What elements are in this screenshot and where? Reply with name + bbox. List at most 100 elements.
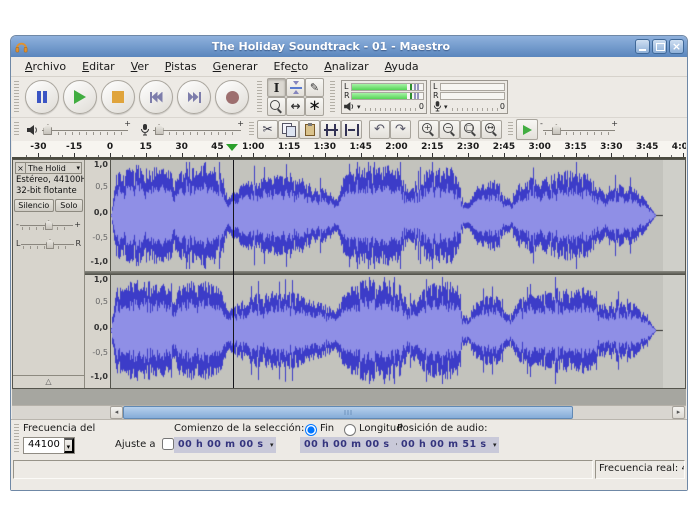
cut-button[interactable]: [257, 120, 278, 139]
input-volume-thumb[interactable]: [154, 124, 164, 135]
input-meter-ruler: [451, 102, 498, 111]
zoom-out-icon: −: [443, 123, 456, 136]
redo-button[interactable]: [390, 120, 411, 139]
track-collapse-button[interactable]: [13, 375, 84, 388]
pause-button[interactable]: [25, 80, 59, 114]
output-meter[interactable]: L R 0: [341, 80, 427, 114]
titlebar[interactable]: The Holiday Soundtrack - 01 - Maestro: [11, 36, 687, 57]
zoom-in-button[interactable]: +: [418, 120, 439, 139]
track-gain-slider[interactable]: [19, 218, 74, 231]
zoom-fit-button[interactable]: ↔: [481, 120, 502, 139]
track-close-button[interactable]: ×: [15, 162, 26, 174]
waveform-channel-2[interactable]: [111, 275, 683, 386]
record-button[interactable]: [215, 80, 249, 114]
menu-pistas[interactable]: Pistas: [157, 58, 205, 75]
snap-to-checkbox[interactable]: [162, 438, 174, 450]
timeline-label: 3:45: [635, 142, 659, 152]
menu-editar[interactable]: Editar: [74, 58, 123, 75]
input-meter[interactable]: L R 0: [430, 80, 508, 114]
menu-archivo[interactable]: Archivo: [17, 58, 74, 75]
output-meter-ruler: [364, 102, 417, 111]
maximize-button[interactable]: [652, 39, 667, 54]
zoom-tool-button[interactable]: [267, 97, 286, 116]
waveform-channel-1[interactable]: [111, 160, 683, 271]
transport-toolbar-grip[interactable]: [14, 81, 19, 113]
copy-button[interactable]: [278, 120, 299, 139]
menu-efecto[interactable]: Efecto: [266, 58, 317, 75]
selection-end-field[interactable]: 00 h 00 m 00 s: [300, 437, 402, 453]
length-radio[interactable]: [344, 424, 356, 436]
zoom-out-button[interactable]: −: [439, 120, 460, 139]
undo-button[interactable]: [369, 120, 390, 139]
trim-icon: [323, 123, 338, 136]
audio-position-field[interactable]: 00 h 00 m 51 s: [397, 437, 499, 453]
audio-track: × The Holid Estéreo, 44100Hz 32-bit flot…: [12, 159, 686, 389]
timeline-label: 30: [175, 142, 188, 152]
skip-start-button[interactable]: [139, 80, 173, 114]
track-name-menu[interactable]: The Holid: [26, 162, 82, 174]
mixer-toolbar-grip[interactable]: [14, 122, 19, 137]
track-gain-thumb[interactable]: [44, 220, 53, 230]
transcription-toolbar-grip[interactable]: [508, 122, 513, 137]
meter-toolbar-grip[interactable]: [330, 81, 335, 113]
timeline-label: 3:30: [600, 142, 623, 152]
scroll-right-arrow-icon[interactable]: [672, 406, 685, 419]
menu-ayuda[interactable]: Ayuda: [377, 58, 427, 75]
combo-dropdown-icon[interactable]: [63, 438, 74, 453]
multi-tool-button[interactable]: [305, 97, 324, 116]
paste-button[interactable]: [299, 120, 320, 139]
timeline-label: 3:15: [564, 142, 587, 152]
edit-toolbar-grip[interactable]: [249, 122, 254, 137]
play-speed-slider[interactable]: - +: [540, 119, 618, 137]
timeline-label: 1:15: [277, 142, 301, 152]
meter-peak-line: [416, 83, 419, 90]
selection-toolbar: Frecuencia del 44100 Ajuste a Comienzo d…: [11, 419, 687, 457]
output-meter-fill-r: [352, 93, 408, 99]
play-at-speed-icon: [522, 124, 532, 135]
skip-end-button[interactable]: [177, 80, 211, 114]
input-volume-slider[interactable]: +: [153, 119, 244, 137]
timeline-label: 15: [139, 142, 153, 152]
tools-toolbar-grip[interactable]: [257, 81, 262, 113]
envelope-tool-button[interactable]: [286, 78, 305, 97]
horizontal-scrollbar: [12, 405, 686, 419]
trim-button[interactable]: [320, 120, 341, 139]
silence-button[interactable]: [341, 120, 362, 139]
menu-ver[interactable]: Ver: [123, 58, 157, 75]
output-meter-dropdown-icon[interactable]: [357, 103, 361, 111]
output-volume-thumb[interactable]: [43, 124, 53, 135]
play-speed-thumb[interactable]: [551, 124, 561, 135]
selection-start-field[interactable]: 00 h 00 m 00 s: [174, 437, 276, 453]
track-pan-thumb[interactable]: [45, 239, 54, 249]
track-area: × The Holid Estéreo, 44100Hz 32-bit flot…: [12, 159, 686, 405]
speaker-icon: [344, 102, 355, 111]
output-meter-r-label: R: [344, 91, 350, 100]
play-button[interactable]: [63, 80, 97, 114]
minimize-button[interactable]: [635, 39, 650, 54]
output-meter-zero-label: 0: [418, 102, 424, 111]
output-volume-slider[interactable]: +: [42, 119, 131, 137]
track-pan-slider[interactable]: [21, 237, 75, 250]
play-at-speed-button[interactable]: [516, 119, 538, 140]
selection-tool-button[interactable]: [267, 78, 286, 97]
mute-button[interactable]: Silencio: [14, 199, 54, 212]
input-meter-dropdown-icon[interactable]: [444, 103, 448, 111]
project-rate-combo[interactable]: 44100: [23, 437, 75, 454]
draw-tool-button[interactable]: [305, 78, 324, 97]
selection-toolbar-grip[interactable]: [14, 424, 19, 453]
stop-button[interactable]: [101, 80, 135, 114]
track-bitdepth-label: 32-bit flotante: [16, 186, 77, 196]
zoom-selection-button[interactable]: □: [460, 120, 481, 139]
end-radio[interactable]: [305, 424, 317, 436]
solo-button[interactable]: Solo: [54, 199, 83, 212]
window-title: The Holiday Soundtrack - 01 - Maestro: [211, 40, 451, 53]
redo-icon: [395, 122, 406, 137]
scrollbar-thumb[interactable]: [123, 406, 573, 419]
timeline-ruler[interactable]: -30 -15 0 15 30 45 1:00 1:15 1:30 1:45 2:00 2:15 2:3…: [12, 141, 686, 159]
menu-generar[interactable]: Generar: [205, 58, 266, 75]
timeshift-tool-button[interactable]: [286, 97, 305, 116]
menu-analizar[interactable]: Analizar: [316, 58, 376, 75]
scroll-left-arrow-icon[interactable]: [110, 406, 123, 419]
stop-icon: [112, 91, 124, 103]
close-button[interactable]: [669, 39, 684, 54]
